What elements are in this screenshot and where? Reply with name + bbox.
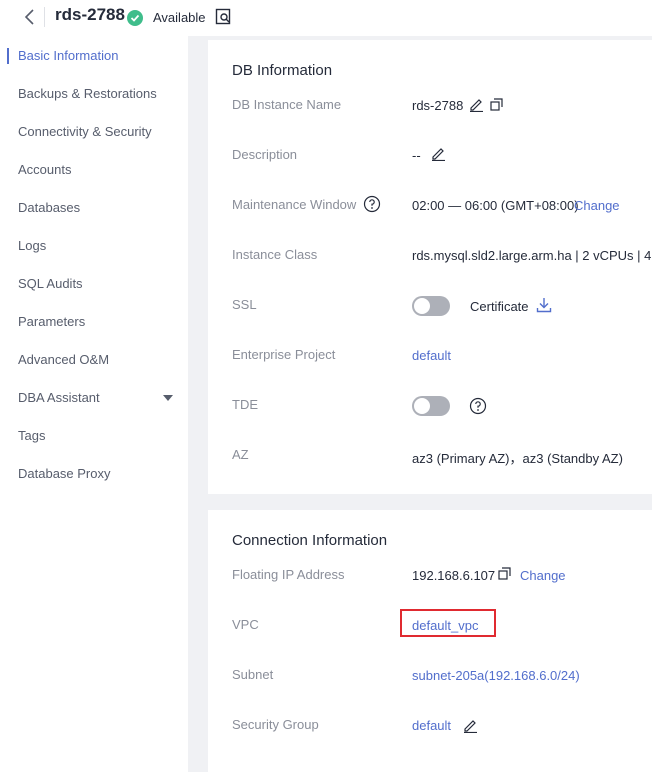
sidebar-item-tags[interactable]: Tags xyxy=(0,417,188,455)
sidebar-item-connectivity-security[interactable]: Connectivity & Security xyxy=(0,113,188,151)
sidebar-item-logs[interactable]: Logs xyxy=(0,227,188,265)
enterprise-project-link[interactable]: default xyxy=(412,348,451,363)
sidebar-item-sql-audits[interactable]: SQL Audits xyxy=(0,265,188,303)
az-label: AZ xyxy=(232,447,249,462)
document-search-icon[interactable] xyxy=(215,8,232,25)
copy-icon[interactable] xyxy=(498,567,511,580)
az-value: az3 (Primary AZ)，az3 (Standby AZ) xyxy=(412,451,623,466)
subnet-link[interactable]: subnet-205a(192.168.6.0/24) xyxy=(412,668,580,683)
sidebar: Basic Information Backups & Restorations… xyxy=(0,36,188,772)
sidebar-item-databases[interactable]: Databases xyxy=(0,189,188,227)
db-information-card: DB Information DB Instance Name rds-2788… xyxy=(208,40,652,494)
sidebar-item-label: Parameters xyxy=(18,314,86,329)
description-label: Description xyxy=(232,147,298,162)
sidebar-item-advanced-om[interactable]: Advanced O&M xyxy=(0,341,188,379)
security-group-label: Security Group xyxy=(232,717,319,732)
main-content: DB Information DB Instance Name rds-2788… xyxy=(188,36,652,772)
certificate-label: Certificate xyxy=(470,299,529,314)
instance-class-value: rds.mysql.sld2.large.arm.ha | 2 vCPUs | … xyxy=(412,248,652,263)
maintenance-change-link[interactable]: Change xyxy=(574,198,620,213)
instance-class-label: Instance Class xyxy=(232,247,318,262)
instance-name-label: DB Instance Name xyxy=(232,97,342,112)
sidebar-item-label: Database Proxy xyxy=(18,466,111,481)
ssl-toggle[interactable] xyxy=(412,296,450,316)
connection-information-title: Connection Information xyxy=(232,532,388,549)
ssl-label: SSL xyxy=(232,297,257,312)
page-header: rds-2788 Available xyxy=(0,0,652,36)
maintenance-window-label: Maintenance Window xyxy=(232,197,357,212)
edit-icon[interactable] xyxy=(430,145,446,161)
connection-information-card: Connection Information Floating IP Addre… xyxy=(208,510,652,772)
sidebar-item-basic-information[interactable]: Basic Information xyxy=(0,37,188,75)
sidebar-item-label: Advanced O&M xyxy=(18,352,110,367)
caret-down-icon xyxy=(163,395,173,401)
sidebar-item-parameters[interactable]: Parameters xyxy=(0,303,188,341)
tde-toggle[interactable] xyxy=(412,396,450,416)
enterprise-project-label: Enterprise Project xyxy=(232,347,336,362)
security-group-link[interactable]: default xyxy=(412,718,451,733)
sidebar-item-label: Tags xyxy=(18,428,46,443)
sidebar-item-label: DBA Assistant xyxy=(18,390,100,405)
maintenance-window-value: 02:00 — 06:00 (GMT+08:00) xyxy=(412,198,579,213)
floating-ip-value: 192.168.6.107 xyxy=(412,568,496,583)
edit-icon[interactable] xyxy=(468,96,484,112)
sidebar-item-label: Databases xyxy=(18,200,81,215)
sidebar-item-dba-assistant[interactable]: DBA Assistant xyxy=(0,379,188,417)
db-information-title: DB Information xyxy=(232,62,333,79)
sidebar-item-label: SQL Audits xyxy=(18,276,83,291)
sidebar-item-label: Accounts xyxy=(18,162,72,177)
floating-ip-change-link[interactable]: Change xyxy=(520,568,566,583)
subnet-label: Subnet xyxy=(232,667,274,682)
sidebar-item-database-proxy[interactable]: Database Proxy xyxy=(0,455,188,493)
download-icon[interactable] xyxy=(536,297,552,313)
sidebar-item-label: Backups & Restorations xyxy=(18,86,157,101)
sidebar-item-label: Basic Information xyxy=(18,48,119,63)
toggle-knob xyxy=(414,398,430,414)
floating-ip-label: Floating IP Address xyxy=(232,567,345,582)
status-ok-icon xyxy=(127,10,143,26)
edit-icon[interactable] xyxy=(462,717,478,733)
description-value: -- xyxy=(412,148,421,163)
sidebar-item-accounts[interactable]: Accounts xyxy=(0,151,188,189)
instance-title: rds-2788 xyxy=(55,5,125,24)
sidebar-item-label: Logs xyxy=(18,238,47,253)
sidebar-item-label: Connectivity & Security xyxy=(18,124,152,139)
vpc-highlight-box xyxy=(400,609,496,637)
tde-label: TDE xyxy=(232,397,258,412)
instance-name-value: rds-2788 xyxy=(412,98,464,113)
status-text: Available xyxy=(153,10,206,25)
vpc-label: VPC xyxy=(232,617,259,632)
sidebar-item-backups-restorations[interactable]: Backups & Restorations xyxy=(0,75,188,113)
help-icon[interactable] xyxy=(363,195,381,213)
help-icon[interactable] xyxy=(469,397,487,415)
toggle-knob xyxy=(414,298,430,314)
back-arrow-icon[interactable] xyxy=(22,8,38,26)
copy-icon[interactable] xyxy=(490,98,503,111)
header-divider xyxy=(44,7,45,27)
